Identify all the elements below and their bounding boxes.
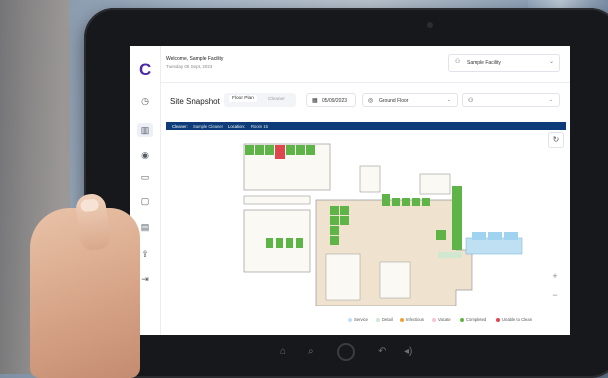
- facility-select-value: Sample Facility: [467, 60, 501, 66]
- logout-icon[interactable]: ⇥: [140, 274, 150, 284]
- legend-swatch: [460, 317, 464, 322]
- app-logo[interactable]: C: [139, 60, 151, 80]
- legend-item-service: Service: [348, 317, 368, 322]
- room-service[interactable]: [472, 232, 486, 240]
- date-picker[interactable]: ▦ 05/09/2023: [306, 93, 356, 107]
- room-completed[interactable]: [452, 186, 462, 250]
- app-screen: C ◷ ▥ ◉ ▭ ▢ ▤ ⇪ ⇥ Welcome, Sample Facili…: [130, 46, 570, 335]
- legend-item-vacate: Vacate: [432, 317, 451, 322]
- report-icon[interactable]: ▤: [140, 222, 150, 232]
- floor-select-value: Ground Floor: [379, 98, 409, 104]
- status-legend: Service Detail Infectious Vacate Complet…: [348, 317, 568, 325]
- building-annex: [359, 165, 381, 193]
- room-completed[interactable]: [422, 198, 430, 206]
- legend-item-completed: Completed: [460, 317, 486, 322]
- header-date: Tuesday 05 Sept, 2023: [166, 64, 213, 69]
- room-completed[interactable]: [436, 230, 446, 240]
- user-select[interactable]: ⚇ ⌄: [462, 93, 560, 107]
- chevron-down-icon: ⌄: [446, 97, 451, 103]
- room-completed[interactable]: [330, 206, 339, 215]
- room-completed[interactable]: [296, 145, 305, 155]
- cleaner-label: Cleaner:: [172, 123, 188, 129]
- room-completed[interactable]: [286, 238, 293, 248]
- dashboard-icon[interactable]: ◷: [140, 96, 150, 106]
- room-unable-to-clean[interactable]: [275, 145, 285, 159]
- site-snapshot-icon[interactable]: ▥: [137, 123, 153, 137]
- welcome-text: Welcome, Sample Facility: [166, 56, 224, 62]
- legend-swatch: [400, 317, 404, 322]
- building-annex: [419, 173, 451, 195]
- location-label: Location:: [228, 123, 245, 129]
- room-completed[interactable]: [412, 198, 420, 206]
- search-icon[interactable]: ⌕: [308, 346, 314, 357]
- corridor-north: [243, 195, 311, 205]
- upload-icon[interactable]: ⇪: [140, 249, 150, 259]
- calendar-icon: ▦: [312, 97, 318, 104]
- volume-icon[interactable]: ◂): [404, 346, 412, 357]
- tab-floor-plan[interactable]: Floor Plan: [229, 95, 257, 102]
- tablet-nav-bar: ⌂ ⌕ ↶ ◂): [270, 343, 430, 362]
- location-value: Room 15: [251, 123, 268, 129]
- back-icon[interactable]: ↶: [378, 346, 386, 357]
- cleaner-info-strip: Cleaner: Sample Cleaner Location: Room 1…: [166, 122, 566, 130]
- page-title: Site Snapshot: [170, 97, 220, 106]
- home-button[interactable]: [337, 343, 355, 361]
- room-completed[interactable]: [402, 198, 410, 206]
- room-completed[interactable]: [245, 145, 254, 155]
- legend-item-unable-to-clean: Unable to Clean: [496, 317, 532, 322]
- room-completed[interactable]: [340, 216, 349, 225]
- room-service[interactable]: [488, 232, 502, 240]
- room-completed[interactable]: [276, 238, 283, 248]
- legend-item-infectious: Infectious: [400, 317, 424, 322]
- service-wing[interactable]: [465, 237, 523, 255]
- legend-swatch: [348, 317, 352, 322]
- zoom-in-button[interactable]: +: [550, 271, 560, 281]
- room-completed[interactable]: [340, 206, 349, 215]
- room-completed[interactable]: [382, 194, 390, 206]
- refresh-button[interactable]: ↻: [548, 132, 564, 148]
- room-completed[interactable]: [330, 236, 339, 245]
- room-service[interactable]: [504, 232, 518, 240]
- camera-dot: [427, 22, 433, 28]
- eye-icon[interactable]: ◉: [140, 150, 150, 160]
- cleaner-value: Sample Cleaner: [193, 123, 224, 129]
- header-divider: [160, 82, 570, 83]
- room-completed[interactable]: [265, 145, 274, 155]
- thumbnail-nail: [79, 198, 100, 213]
- floor-select[interactable]: ◎ Ground Floor ⌄: [362, 93, 458, 107]
- calendar-icon[interactable]: ▢: [140, 196, 150, 206]
- room-completed[interactable]: [392, 198, 400, 206]
- legend-swatch: [496, 317, 500, 322]
- room-completed[interactable]: [266, 238, 273, 248]
- user-icon: ⚇: [468, 97, 474, 104]
- courtyard: [325, 253, 361, 301]
- chevron-down-icon: ⌄: [548, 59, 554, 65]
- facility-select[interactable]: ⚇ Sample Facility ⌄: [448, 54, 560, 72]
- room-completed[interactable]: [306, 145, 315, 155]
- monitor-icon[interactable]: ▭: [140, 172, 150, 182]
- location-icon: ◎: [368, 97, 374, 104]
- legend-swatch: [376, 317, 380, 322]
- room-completed[interactable]: [255, 145, 264, 155]
- view-toggle: Floor Plan Cleaner: [224, 93, 296, 107]
- zoom-out-button[interactable]: −: [550, 290, 560, 300]
- chevron-down-icon: ⌄: [548, 97, 553, 103]
- room-completed[interactable]: [330, 216, 339, 225]
- legend-swatch: [432, 317, 436, 322]
- home-icon[interactable]: ⌂: [280, 346, 286, 357]
- room-completed[interactable]: [296, 238, 303, 248]
- room-completed[interactable]: [330, 226, 339, 235]
- room-completed[interactable]: [286, 145, 295, 155]
- room-detail[interactable]: [438, 252, 462, 258]
- tab-cleaner[interactable]: Cleaner: [268, 97, 285, 102]
- courtyard: [379, 261, 411, 299]
- legend-item-detail: Detail: [376, 317, 393, 322]
- date-picker-value: 05/09/2023: [322, 98, 348, 104]
- user-icon: ⚇: [455, 59, 461, 65]
- floor-plan: [243, 143, 523, 306]
